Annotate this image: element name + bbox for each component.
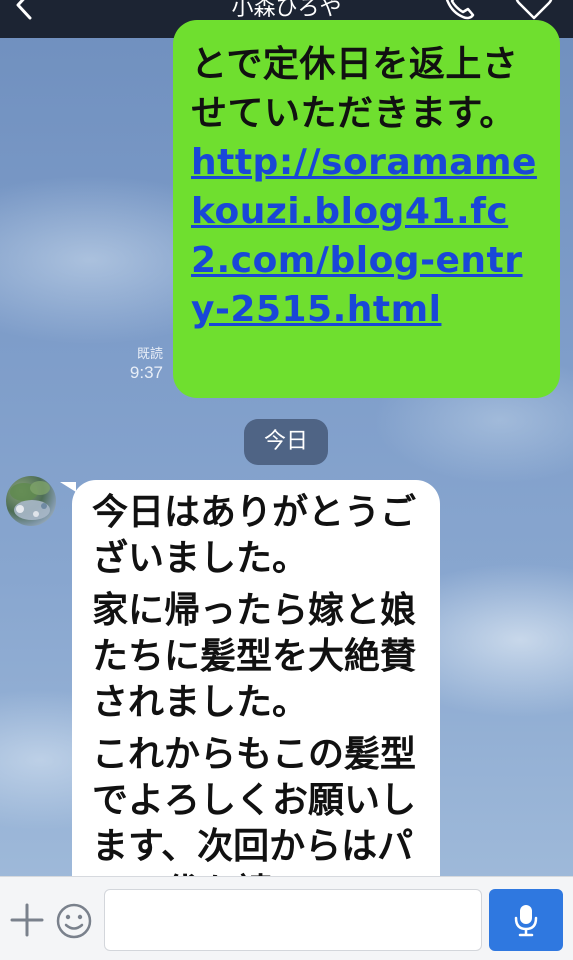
chat-screen: 小森ひろや とで定休日を返上させていただきます。 http://soramame… (0, 0, 573, 960)
message-meta: 既読 9:37 (130, 346, 163, 384)
outgoing-message-text: とで定休日を返上させていただきます。 (191, 44, 519, 134)
incoming-message-bubble[interactable]: 今日はありがとうございました。 家に帰ったら嫁と娘たちに髪型を大絶賛されました。… (72, 480, 440, 900)
incoming-paragraph: これからもこの髪型でよろしくお願いします、次回からはパーマ代を請 (92, 734, 417, 900)
message-input-bar (0, 876, 573, 960)
date-separator: 今日 (244, 419, 328, 465)
message-link[interactable]: http://soramamekouzi.blog41.fc2.com/blog… (191, 142, 537, 330)
heart-outline-icon[interactable] (514, 0, 554, 22)
incoming-paragraph: 今日はありがとうございました。 (92, 492, 417, 579)
avatar[interactable] (6, 476, 56, 526)
emoji-icon[interactable] (54, 901, 94, 941)
outgoing-message-bubble[interactable]: とで定休日を返上させていただきます。 http://soramamekouzi.… (173, 20, 560, 398)
incoming-bubble-tail (60, 482, 76, 492)
incoming-paragraph: 家に帰ったら嫁と娘たちに髪型を大絶賛されました。 (92, 590, 417, 723)
message-input[interactable] (104, 889, 482, 951)
microphone-icon (514, 905, 538, 937)
plus-icon[interactable] (8, 901, 46, 939)
microphone-button[interactable] (489, 889, 563, 951)
read-receipt: 既読 (136, 346, 163, 361)
message-time: 9:37 (129, 363, 163, 382)
chat-title[interactable]: 小森ひろや (0, 0, 573, 22)
avatar-image (10, 481, 50, 520)
phone-icon[interactable] (442, 0, 476, 22)
